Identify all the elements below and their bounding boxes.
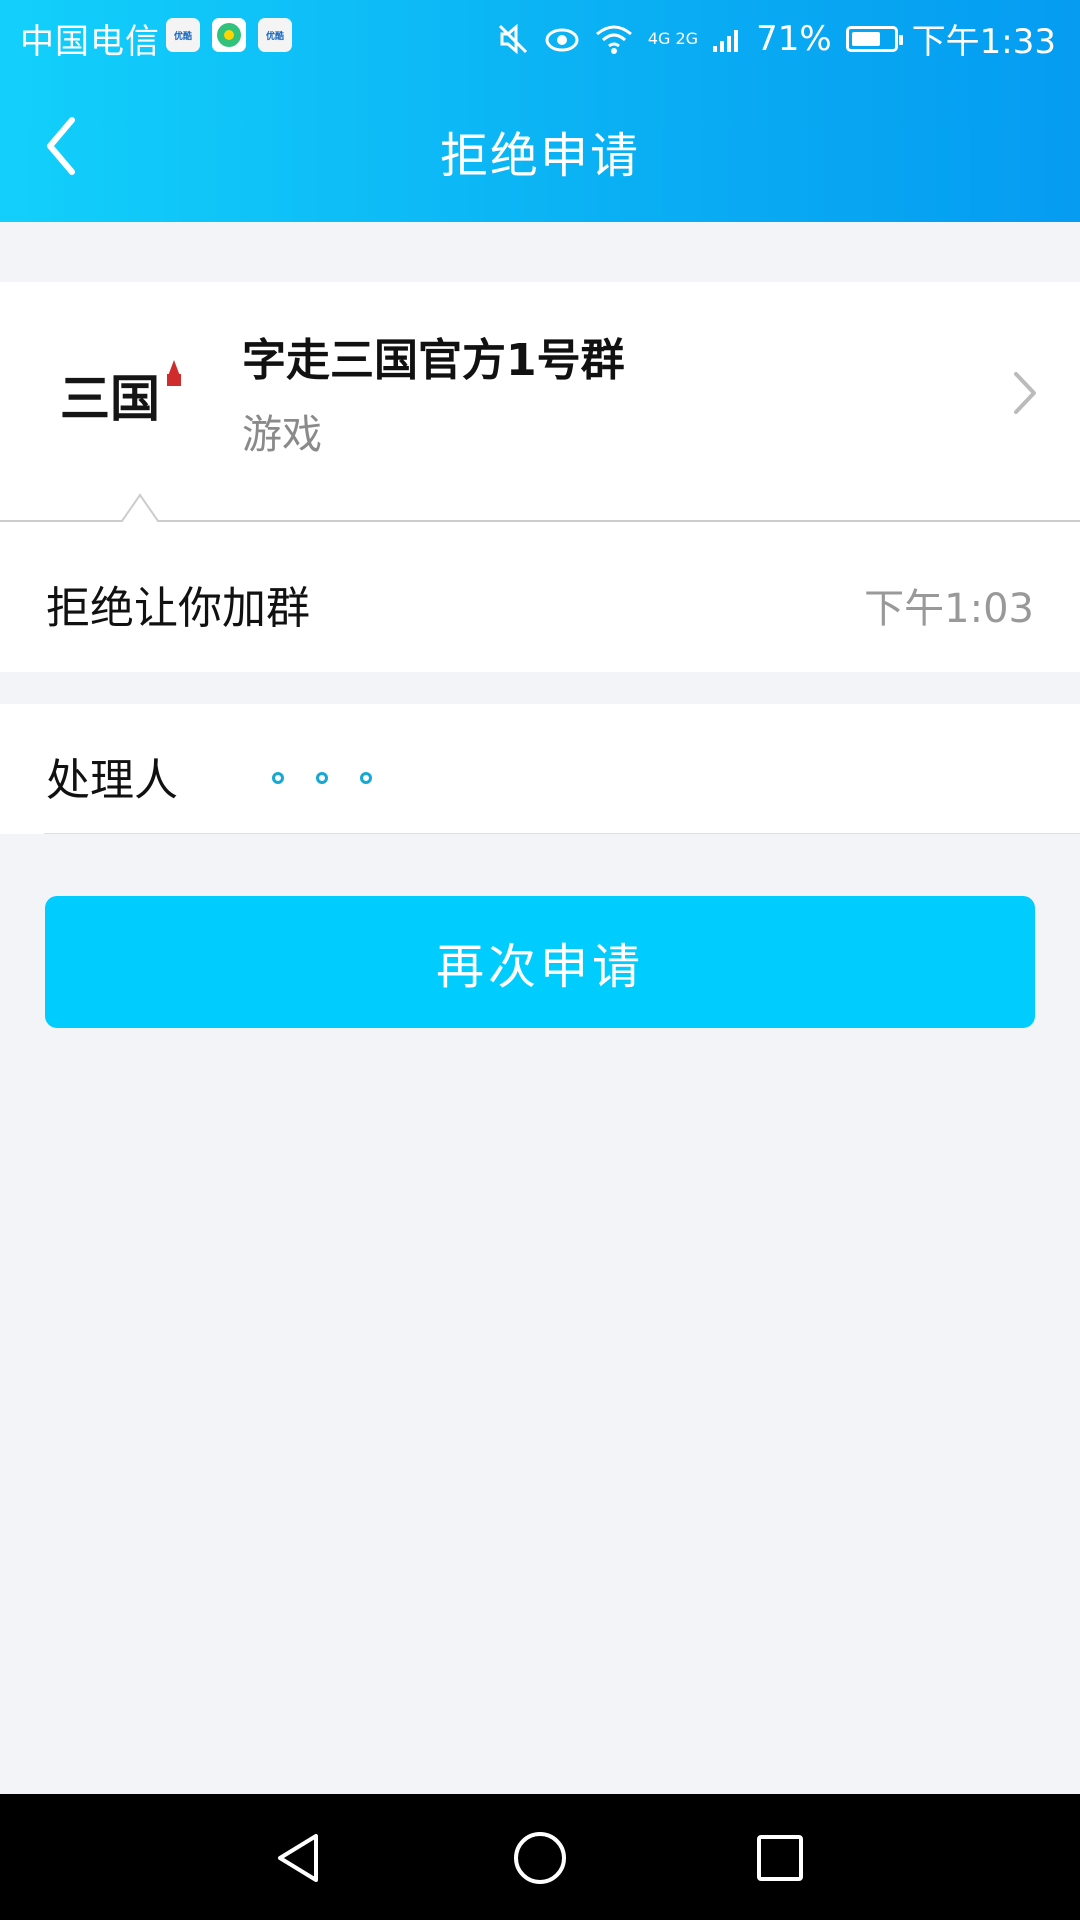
pointer-divider — [0, 490, 1080, 524]
signal-icon — [713, 29, 739, 52]
recents-square-icon[interactable] — [750, 1828, 810, 1888]
status-icons: 4G 2G 71% 下午1:33 — [496, 14, 1056, 63]
loading-dot — [272, 772, 284, 784]
battery-icon — [845, 25, 903, 52]
group-info-row[interactable]: 三国 字走三国官方1号群 游戏 — [0, 282, 1080, 520]
row-divider — [44, 833, 1080, 834]
wifi-icon — [595, 25, 632, 54]
chevron-right-icon — [1014, 372, 1036, 414]
clock: 下午1:33 — [911, 22, 1056, 62]
group-category: 游戏 — [242, 412, 322, 458]
loading-dot — [316, 772, 328, 784]
back-triangle-icon[interactable] — [270, 1828, 330, 1888]
mute-icon — [498, 23, 527, 54]
group-name: 字走三国官方1号群 — [242, 335, 625, 386]
loading-dot — [360, 772, 372, 784]
eye-icon — [545, 28, 579, 51]
home-circle-icon[interactable] — [510, 1828, 570, 1888]
handler-label: 处理人 — [46, 755, 178, 806]
loading-dots-icon — [272, 772, 372, 784]
reapply-button[interactable]: 再次申请 — [45, 896, 1035, 1028]
carrier-name: 中国电信 — [20, 22, 160, 62]
group-avatar-text: 三国 — [60, 369, 160, 428]
rejection-message-row: 拒绝让你加群 下午1:03 — [0, 522, 1080, 672]
network-type: 4G 2G — [647, 28, 699, 48]
app-header: 中国电信 优酷 优酷 4G 2G 71% 下午1:33 拒绝申请 — [0, 0, 1080, 222]
page-title: 拒绝申请 — [439, 128, 640, 184]
status-bar: 中国电信 优酷 优酷 4G 2G 71% 下午1:33 — [0, 0, 1080, 72]
rejection-message: 拒绝让你加群 — [46, 583, 310, 634]
music-app-icon — [212, 18, 246, 52]
battery-percent: 71% — [756, 18, 832, 59]
group-avatar: 三国 — [56, 328, 186, 458]
youku-app-icon: 优酷 — [166, 18, 200, 52]
system-navigation-bar — [0, 1794, 1080, 1920]
notification-app-icons: 优酷 优酷 — [166, 18, 292, 52]
youku-app-icon: 优酷 — [258, 18, 292, 52]
handler-row: 处理人 — [0, 704, 1080, 834]
message-time: 下午1:03 — [864, 586, 1034, 632]
